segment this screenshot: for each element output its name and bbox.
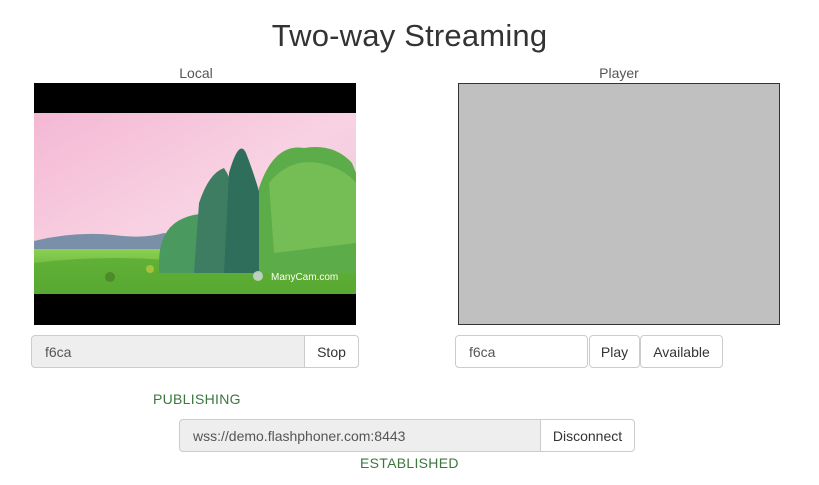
player-label: Player <box>599 65 639 81</box>
local-video-frame: ManyCam.com <box>34 113 356 294</box>
local-label: Local <box>179 65 213 81</box>
play-button[interactable]: Play <box>589 335 640 368</box>
page-title: Two-way Streaming <box>271 18 548 53</box>
stop-button[interactable]: Stop <box>304 335 359 368</box>
connection-status: ESTABLISHED <box>360 455 459 471</box>
server-url-input[interactable]: wss://demo.flashphoner.com:8443 <box>179 419 541 452</box>
publish-status: PUBLISHING <box>153 391 241 407</box>
local-video: ManyCam.com <box>34 83 356 325</box>
disconnect-button[interactable]: Disconnect <box>540 419 635 452</box>
player-video <box>458 83 780 325</box>
local-stream-input[interactable]: f6ca <box>31 335 305 368</box>
manycam-watermark: ManyCam.com <box>271 272 338 283</box>
player-stream-input[interactable]: f6ca <box>455 335 588 368</box>
available-button[interactable]: Available <box>640 335 723 368</box>
